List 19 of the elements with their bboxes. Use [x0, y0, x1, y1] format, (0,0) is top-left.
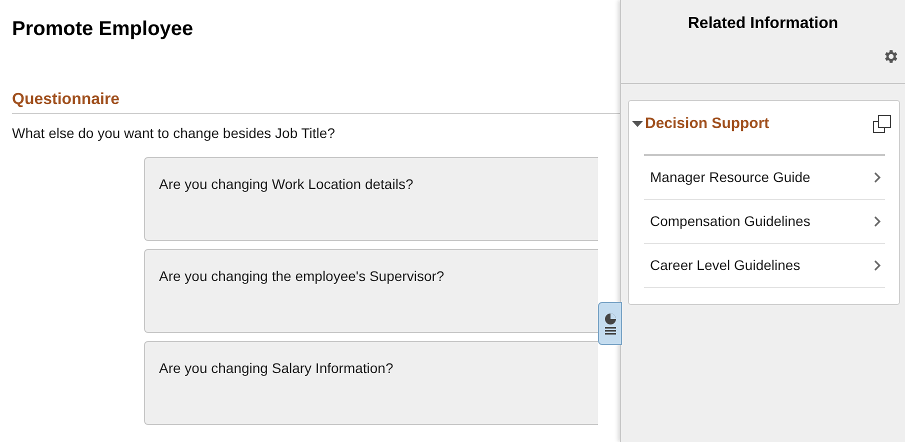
chevron-right-icon [874, 260, 881, 271]
panel-toggle-tab[interactable] [598, 302, 622, 345]
settings-icon[interactable] [882, 48, 899, 65]
question-prompt: What else do you want to change besides Job Title? [12, 124, 335, 143]
panel-title: Related Information [686, 14, 840, 34]
chevron-right-icon [874, 172, 881, 183]
page-title: Promote Employee [12, 17, 194, 42]
pie-chart-icon [604, 312, 616, 334]
question-card[interactable]: Are you changing Work Location details? [144, 157, 598, 241]
question-card[interactable]: Are you changing the employee's Supervisor? [144, 249, 598, 333]
chevron-right-icon [874, 216, 881, 227]
caret-down-icon [632, 120, 643, 128]
decision-support-link[interactable]: Manager Resource Guide [644, 156, 885, 200]
question-card[interactable]: Are you changing Salary Information? [144, 341, 598, 425]
section-toggle[interactable]: Decision Support [632, 112, 770, 136]
decision-support-link[interactable]: Compensation Guidelines [644, 200, 885, 244]
section-heading: Questionnaire [12, 90, 120, 110]
pop-out-icon[interactable] [873, 115, 891, 133]
decision-support-link[interactable]: Career Level Guidelines [644, 244, 885, 288]
